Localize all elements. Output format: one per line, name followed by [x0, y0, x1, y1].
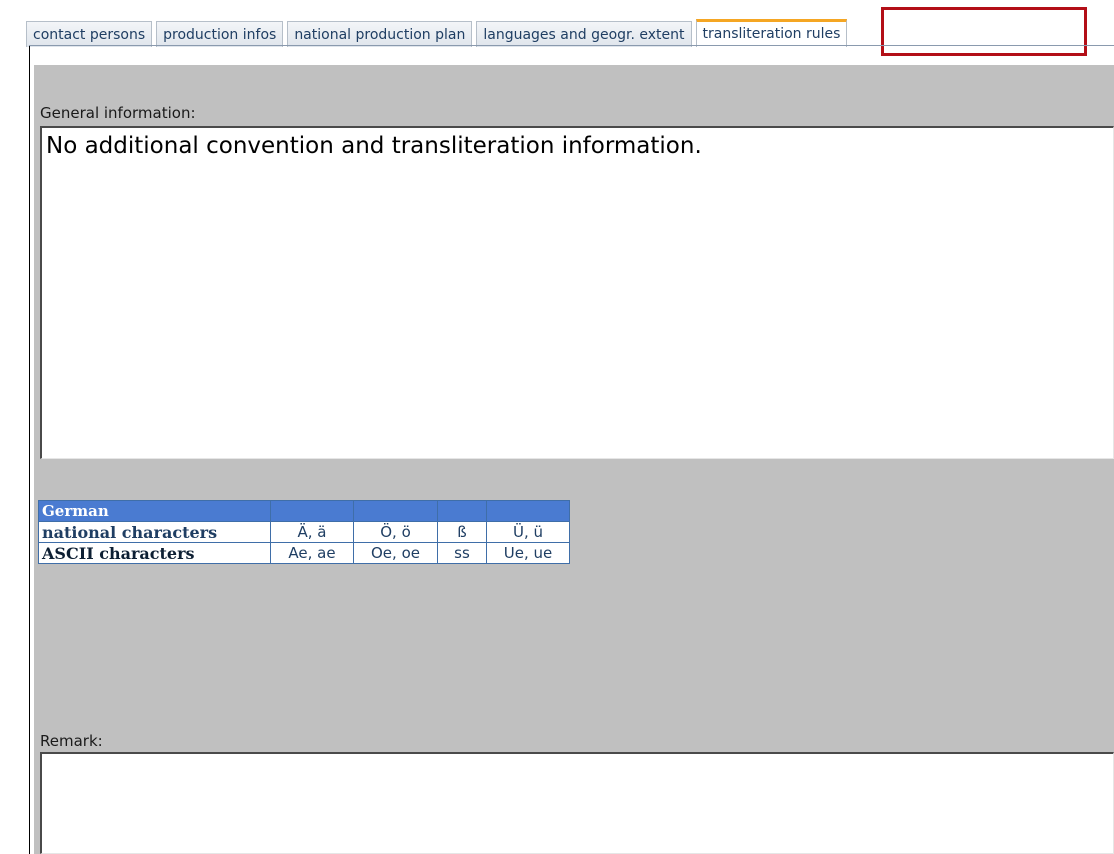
row-label-ascii-characters: ASCII characters [38, 542, 271, 564]
table-cell: ss [437, 542, 487, 564]
table-cell: Oe, oe [353, 542, 438, 564]
table-header-cell [486, 500, 570, 522]
table-cell: Ue, ue [486, 542, 570, 564]
tab-production-infos[interactable]: production infos [156, 21, 284, 47]
tab-transliteration-rules[interactable]: transliteration rules [695, 19, 848, 47]
tab-row: contact persons production infos nationa… [26, 19, 848, 47]
transliteration-table: German national characters Ä, ä Ö, ö ß Ü… [38, 500, 570, 564]
tab-bar: contact persons production infos nationa… [0, 0, 1114, 56]
table-header-cell [437, 500, 487, 522]
transliteration-rules-page: contact persons production infos nationa… [0, 0, 1114, 854]
tab-contact-persons[interactable]: contact persons [26, 21, 153, 47]
content-frame-left-border [29, 45, 30, 854]
tab-languages-and-geogr-extent[interactable]: languages and geogr. extent [476, 21, 692, 47]
tab-national-production-plan[interactable]: national production plan [287, 21, 473, 47]
row-label-national-characters: national characters [38, 521, 271, 543]
table-row: national characters Ä, ä Ö, ö ß Ü, ü [38, 521, 570, 543]
table-header-cell [270, 500, 354, 522]
general-information-textarea[interactable]: No additional convention and translitera… [40, 126, 1114, 459]
remark-label: Remark: [40, 732, 103, 750]
table-cell: Ä, ä [270, 521, 354, 543]
content-frame-top-border [29, 45, 1114, 46]
table-cell: ß [437, 521, 487, 543]
table-header-row: German [38, 500, 570, 522]
table-header-cell [353, 500, 438, 522]
remark-textarea[interactable] [40, 752, 1114, 854]
general-information-label: General information: [40, 104, 196, 122]
table-cell: Ae, ae [270, 542, 354, 564]
table-cell: Ü, ü [486, 521, 570, 543]
table-row: ASCII characters Ae, ae Oe, oe ss Ue, ue [38, 542, 570, 564]
table-language-heading: German [38, 500, 271, 522]
active-tab-highlight-box [881, 7, 1087, 56]
table-cell: Ö, ö [353, 521, 438, 543]
